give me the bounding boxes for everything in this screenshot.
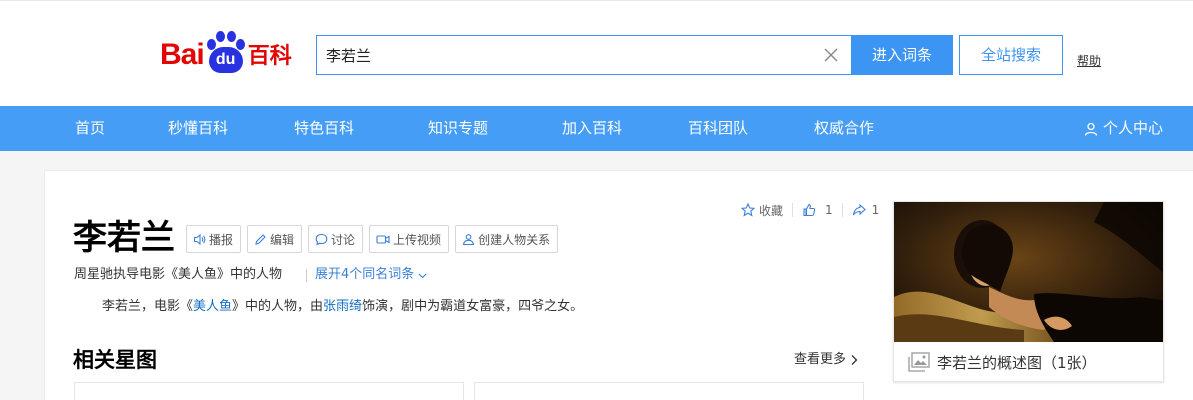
create-relation-label: 创建人物关系 [478,232,551,247]
pencil-icon [255,233,266,245]
share-button[interactable]: 1 [852,203,880,217]
entry-actions: 收藏 1 1 [741,200,879,220]
divider [792,203,794,217]
page-title: 李若兰 [73,218,175,258]
divider [306,269,307,282]
upload-video-button[interactable]: 上传视频 [369,225,450,253]
create-relation-button[interactable]: 创建人物关系 [455,225,559,253]
video-camera-icon [376,234,390,244]
user-icon [1084,122,1098,136]
summary-text: 饰演，剧中为霸道女富豪，四爷之女。 [362,299,584,314]
help-link[interactable]: 帮助 [1077,52,1101,69]
nav-item-topics[interactable]: 知识专题 [428,106,488,151]
related-star-card[interactable] [474,382,864,400]
nav-item-video-baike[interactable]: 秒懂百科 [168,106,228,151]
nav-item-featured[interactable]: 特色百科 [294,106,354,151]
collect-button[interactable]: 收藏 [741,202,783,219]
paw-icon: du [205,29,247,77]
expand-homonyms-link[interactable]: 展开4个同名词条 [315,266,427,284]
chevron-right-icon [851,355,858,365]
summary-text: 》中的人物，由 [232,299,324,314]
star-icon [741,203,755,217]
entry-subtitle: 周星驰执导电影《美人鱼》中的人物 [74,267,283,282]
album-caption: 李若兰的概述图（1张） [908,350,1097,374]
summary-text: 李若兰，电影《 [102,299,194,314]
nav-item-join[interactable]: 加入百科 [562,106,622,151]
site-search-button[interactable]: 全站搜索 [959,35,1063,75]
like-button[interactable]: 1 [802,203,833,217]
nav-item-partners[interactable]: 权威合作 [814,106,874,151]
search-box [316,35,852,75]
nav-item-home[interactable]: 首页 [75,106,105,151]
share-count: 1 [871,203,880,217]
logo-baike-text: 百科 [247,44,292,69]
share-icon [852,203,866,216]
broadcast-label: 播报 [209,232,234,247]
edit-label: 编辑 [270,232,295,247]
enter-entry-button[interactable]: 进入词条 [851,35,953,75]
expand-homonyms-label: 展开4个同名词条 [315,267,415,282]
logo-bai-text: Bai [160,38,205,71]
related-stars-title: 相关星图 [73,348,157,372]
view-more-label: 查看更多 [794,352,847,367]
upload-video-label: 上传视频 [393,232,442,247]
relation-icon [462,233,475,245]
header: Bai du 百科 进入词条 全站搜索 帮助 [0,0,1193,106]
logo-du-text: du [208,47,243,73]
entry-summary: 李若兰，电影《美人鱼》中的人物，由张雨绮饰演，剧中为霸道女富豪，四爷之女。 [102,298,583,316]
user-center-label: 个人中心 [1103,119,1164,137]
album-caption-label: 李若兰的概述图（1张） [937,353,1097,372]
entry-toolbar: 播报 编辑 讨论 上传视频 创建人物关系 [186,225,564,253]
chat-bubble-icon [315,233,328,246]
discuss-label: 讨论 [331,232,356,247]
view-more-link[interactable]: 查看更多 [794,351,858,369]
related-star-card[interactable] [74,382,464,400]
summary-album[interactable]: 李若兰的概述图（1张） [893,201,1164,382]
divider [841,203,843,217]
link-zhang-yuqi[interactable]: 张雨绮 [323,299,362,314]
chevron-down-icon [418,273,427,278]
edit-button[interactable]: 编辑 [247,225,303,253]
baidu-baike-logo[interactable]: Bai du 百科 [160,27,306,77]
broadcast-button[interactable]: 播报 [186,225,242,253]
image-icon [908,352,930,372]
main-nav: 首页 秒懂百科 特色百科 知识专题 加入百科 百科团队 权威合作 个人中心 [0,106,1193,151]
collect-label: 收藏 [759,203,784,218]
album-photo [894,202,1163,342]
nav-item-team[interactable]: 百科团队 [688,106,748,151]
search-input[interactable] [317,36,807,74]
speaker-icon [193,233,206,245]
link-meirenyu[interactable]: 美人鱼 [193,299,232,314]
user-center-link[interactable]: 个人中心 [1084,106,1163,151]
discuss-button[interactable]: 讨论 [308,225,364,253]
close-icon[interactable] [822,46,840,64]
thumbs-up-icon [803,203,816,217]
like-count: 1 [825,203,833,217]
